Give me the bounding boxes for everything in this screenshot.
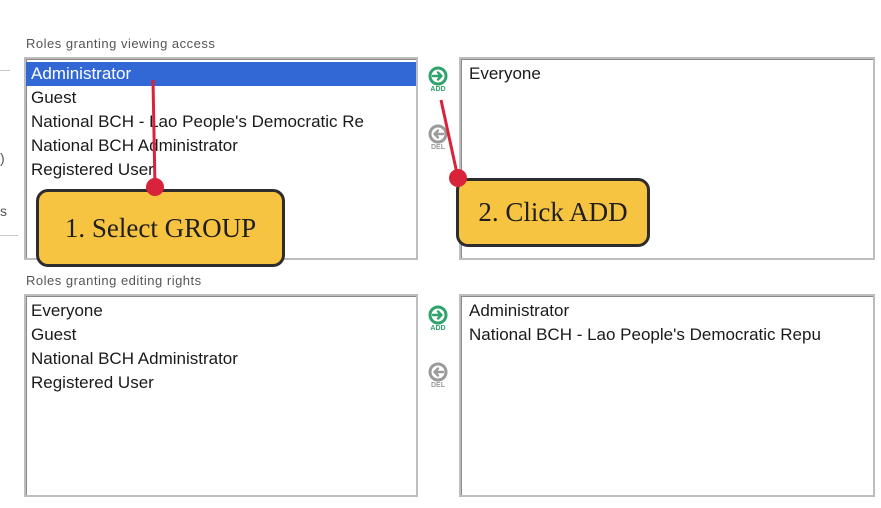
add-arrow-icon (428, 66, 448, 86)
remove-arrow-icon (428, 124, 448, 144)
list-item-national-bch-lao[interactable]: National BCH - Lao People's Democratic R… (461, 323, 873, 347)
editing-del-button[interactable]: DEL (425, 362, 451, 390)
viewing-del-button[interactable]: DEL (425, 124, 451, 152)
left-edge-fragment: ) (0, 150, 5, 166)
list-item-registered-user[interactable]: Registered User (26, 371, 416, 395)
add-arrow-icon (428, 305, 448, 325)
list-item-national-bch-administrator[interactable]: National BCH Administrator (26, 134, 416, 158)
left-edge-fragment: s (0, 203, 7, 219)
list-item-guest[interactable]: Guest (26, 323, 416, 347)
editing-add-button[interactable]: ADD (425, 305, 451, 333)
del-button-caption: DEL (431, 382, 445, 389)
del-button-caption: DEL (431, 144, 445, 151)
list-item-everyone[interactable]: Everyone (461, 62, 873, 86)
viewing-access-label: Roles granting viewing access (26, 36, 216, 51)
editing-rights-label: Roles granting editing rights (26, 273, 202, 288)
list-item-national-bch-administrator[interactable]: National BCH Administrator (26, 347, 416, 371)
editing-granted-roles-list[interactable]: Administrator National BCH - Lao People'… (459, 294, 875, 497)
click-add-callout: 2. Click ADD (456, 178, 650, 247)
list-item-national-bch-lao[interactable]: National BCH - Lao People's Democratic R… (26, 110, 416, 134)
select-group-callout: 1. Select GROUP (36, 189, 285, 267)
add-button-caption: ADD (430, 325, 446, 332)
list-item-everyone[interactable]: Everyone (26, 299, 416, 323)
editing-available-roles-list[interactable]: Everyone Guest National BCH Administrato… (24, 294, 418, 497)
list-item-guest[interactable]: Guest (26, 86, 416, 110)
list-item-administrator[interactable]: Administrator (26, 62, 416, 86)
add-button-caption: ADD (430, 86, 446, 93)
viewing-add-button[interactable]: ADD (425, 66, 451, 94)
left-edge-divider (0, 235, 18, 236)
left-edge-divider (0, 70, 10, 71)
list-item-administrator[interactable]: Administrator (461, 299, 873, 323)
remove-arrow-icon (428, 362, 448, 382)
list-item-registered-user[interactable]: Registered User (26, 158, 416, 182)
